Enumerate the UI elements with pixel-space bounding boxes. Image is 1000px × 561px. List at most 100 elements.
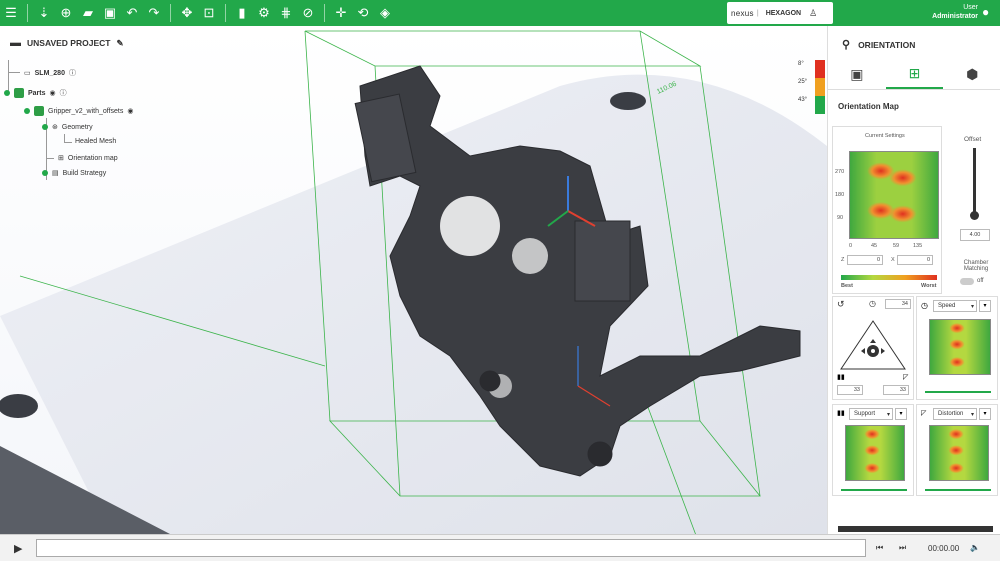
distortion-dropdown-icon[interactable]: ▾ [979, 408, 991, 420]
tree-item-geometry[interactable]: ⊛ Geometry [42, 123, 93, 131]
rewind-icon[interactable]: ⏮ [876, 543, 883, 553]
toolbar-divider [225, 4, 226, 22]
status-dot [4, 90, 10, 96]
orientation-icon[interactable]: ⚙ [254, 3, 274, 23]
triangle-left-field[interactable]: 33 [837, 385, 863, 395]
machine-label: SLM_280 [34, 69, 65, 77]
legend-angle: 43° [798, 97, 808, 103]
tree-item-parts[interactable]: Parts ◉ ⓘ [4, 88, 67, 98]
tree-line [64, 142, 72, 143]
orientation-panel: ⚲ ORIENTATION ▣ ⊞ ⬢ Orientation Map Curr… [827, 26, 1000, 534]
top-toolbar: ☰ ⇣ ⊕ ▰ ▣ ↶ ↷ ✥ ⊡ ▮ ⚙ ⋕ ⊘ ✛ ⟲ ◈ nexus | … [0, 0, 1000, 26]
overhang-legend: 8° 25° 43° [798, 60, 826, 116]
orientation-map-icon[interactable]: ⊞ [885, 60, 944, 89]
panel-scroll-bar[interactable] [838, 526, 993, 532]
compass-icon[interactable]: ⊘ [298, 3, 318, 23]
speed-select[interactable]: Speed [933, 300, 977, 312]
info-icon[interactable]: ⓘ [69, 68, 76, 78]
z-rotation-field[interactable]: 0 [847, 255, 883, 265]
tree-item-healed-mesh[interactable]: Healed Mesh [75, 138, 116, 145]
healed-mesh-label: Healed Mesh [75, 138, 117, 145]
toolbar-divider [170, 4, 171, 22]
orientation-heatmap[interactable] [849, 151, 939, 239]
x-tick: 135 [913, 243, 923, 249]
triangle-right-field[interactable]: 33 [883, 385, 909, 395]
add-part-icon[interactable]: ⇣ [34, 3, 54, 23]
timeline-track[interactable] [36, 539, 866, 557]
toolbox-icon[interactable]: ▣ [828, 60, 886, 89]
tree-item-build-strategy[interactable]: ▤ Build Strategy [42, 169, 106, 177]
speed-score-bar [925, 391, 991, 393]
menu-icon[interactable]: ☰ [1, 3, 21, 23]
brand-logo: nexus | HEXAGON ♙ [727, 2, 833, 24]
weights-triangle[interactable] [833, 315, 915, 375]
tree-item-orientation-map[interactable]: ⊞ Orientation map [46, 154, 118, 162]
y-tick: 180 [835, 192, 845, 198]
volume-icon[interactable]: 🔈 [970, 543, 980, 552]
current-settings-box: Current Settings 270 180 90 0 45 59 135 … [832, 126, 942, 294]
open-folder-icon[interactable]: ▰ [78, 3, 98, 23]
box-view-icon[interactable]: ▮ [232, 3, 252, 23]
chamber-matching-label: Chamber Matching [963, 260, 989, 272]
add-icon[interactable]: ⊕ [56, 3, 76, 23]
project-header: ▬ UNSAVED PROJECT ✎ [10, 37, 124, 49]
parts-icon [14, 88, 24, 98]
speed-timer-icon: ◷ [921, 301, 928, 310]
offset-field[interactable]: 4.00 [960, 229, 990, 241]
tree-item-machine[interactable]: ▭ SLM_280 ⓘ [24, 68, 76, 78]
speed-heatmap[interactable] [929, 319, 991, 375]
plate-hole [610, 92, 646, 110]
brand-hexagon: HEXAGON [765, 9, 802, 17]
visibility-icon[interactable]: ◉ [50, 89, 56, 97]
translate-icon[interactable]: ✛ [331, 3, 351, 23]
offset-slider-handle[interactable] [970, 211, 979, 220]
offset-slider-track[interactable] [973, 148, 976, 214]
support-select[interactable]: Support [849, 408, 893, 420]
best-label: Best [841, 283, 853, 289]
account-icon[interactable]: ♙ [809, 8, 817, 19]
distortion-heatmap[interactable] [929, 425, 989, 481]
y-tick: 270 [835, 169, 845, 175]
brand-nexus: nexus [731, 8, 754, 18]
save-icon[interactable]: ▣ [100, 3, 120, 23]
layers-icon[interactable]: ◈ [375, 3, 395, 23]
geometry-label: Geometry [61, 123, 93, 131]
triangle-top-field[interactable]: 34 [885, 299, 911, 309]
undo-icon[interactable]: ↶ [122, 3, 142, 23]
info-icon[interactable]: ⓘ [60, 88, 67, 98]
support-heatmap[interactable] [845, 425, 905, 481]
timer-icon: ◷ [869, 299, 876, 308]
tree-item-part[interactable]: Gripper_v2_with_offsets ◉ [24, 106, 133, 116]
x-rotation-field[interactable]: 0 [897, 255, 933, 265]
toggle-label: off [977, 278, 984, 284]
status-dot [42, 124, 48, 130]
user-avatar-icon[interactable]: ● [982, 5, 996, 19]
distortion-score-bar [925, 489, 991, 491]
legend-green [815, 96, 825, 114]
forward-icon[interactable]: ⏭ [899, 543, 906, 553]
play-icon[interactable]: ▶ [14, 542, 22, 555]
x-tick: 45 [871, 243, 878, 249]
edit-icon[interactable]: ✎ [116, 38, 123, 49]
x-label: X [891, 257, 895, 263]
move-icon[interactable]: ✥ [177, 3, 197, 23]
fit-view-icon[interactable]: ⊡ [199, 3, 219, 23]
folder-icon: ▬ [10, 37, 21, 49]
user-info[interactable]: User Administrator [932, 3, 978, 21]
x-tick: 59 [893, 243, 900, 249]
build-strategy-icon: ▤ [52, 170, 59, 177]
reset-icon[interactable]: ↺ [837, 299, 845, 310]
rotate-icon[interactable]: ⟲ [353, 3, 373, 23]
legend-orange [815, 78, 825, 96]
distortion-select[interactable]: Distortion [933, 408, 977, 420]
support-icon[interactable]: ⋕ [276, 3, 296, 23]
support-dropdown-icon[interactable]: ▾ [895, 408, 907, 420]
chamber-toggle[interactable] [960, 278, 974, 285]
visibility-icon[interactable]: ◉ [127, 107, 133, 115]
redo-icon[interactable]: ↷ [144, 3, 164, 23]
cube-settings-icon[interactable]: ⬢ [943, 60, 1000, 89]
speed-dropdown-icon[interactable]: ▾ [979, 300, 991, 312]
worst-label: Worst [921, 283, 937, 289]
support-box: ▮▮ Support ▾ [832, 404, 914, 496]
x-tick: 0 [849, 243, 853, 249]
